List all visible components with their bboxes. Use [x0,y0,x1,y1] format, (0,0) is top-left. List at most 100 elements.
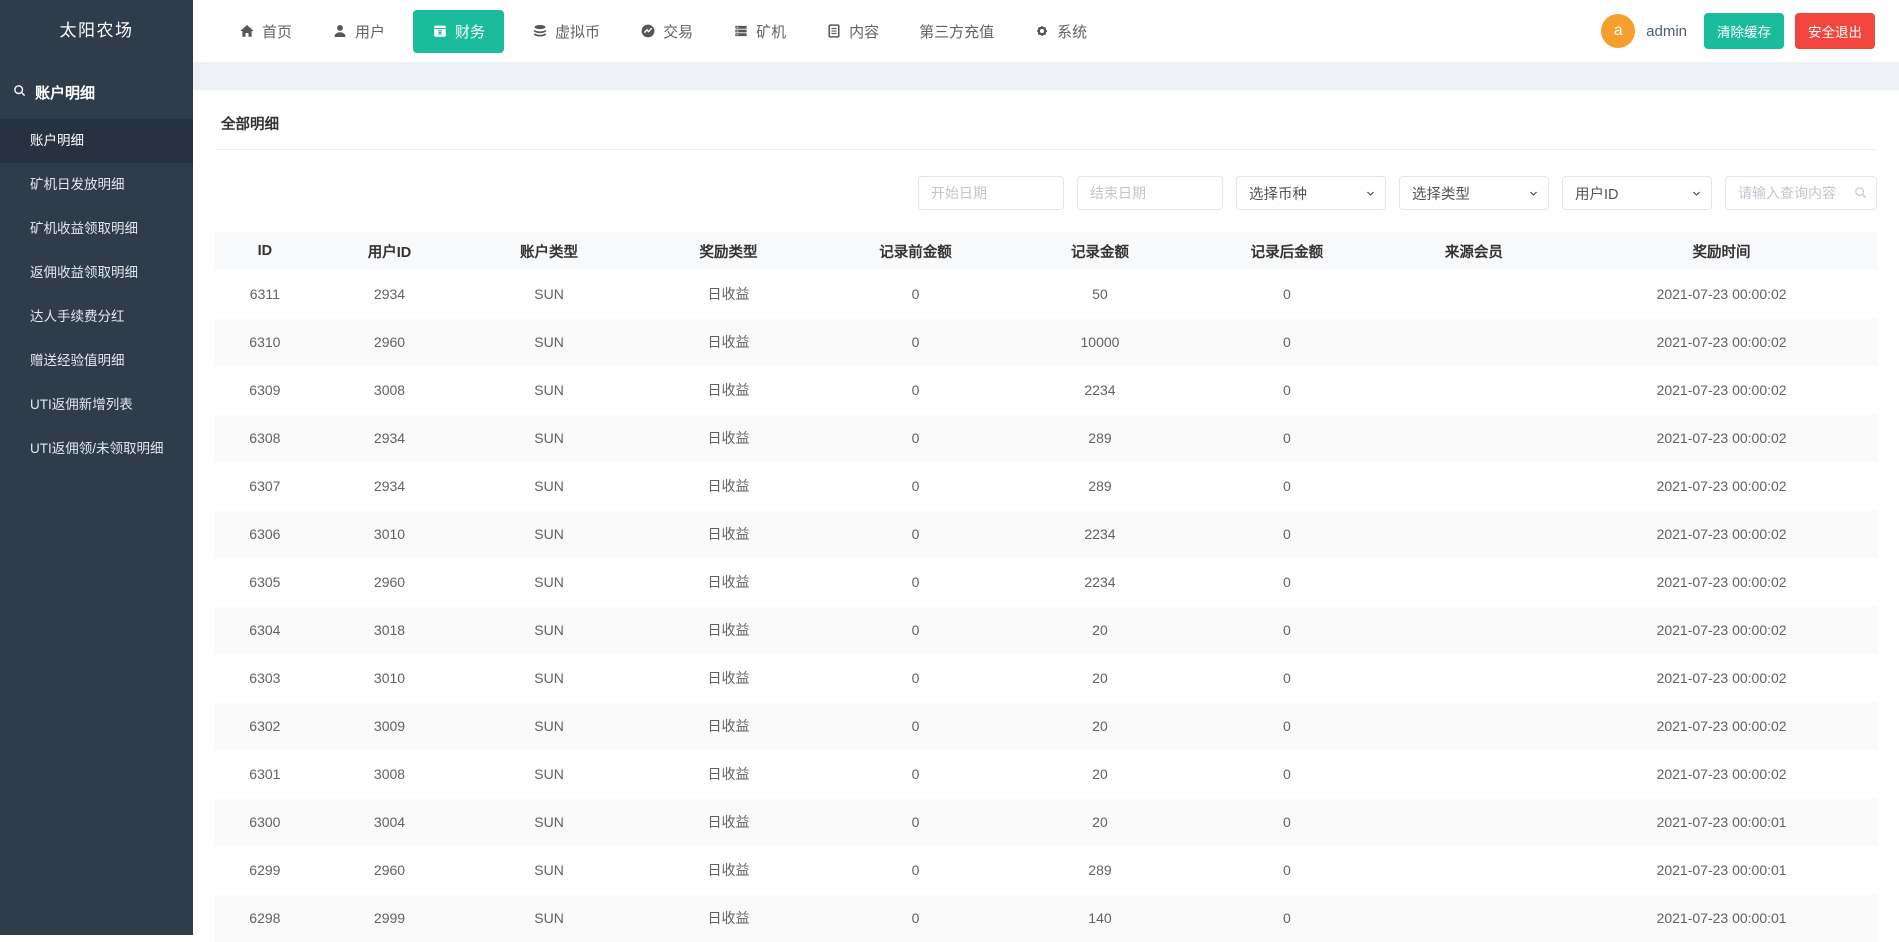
table-cell: SUN [464,366,634,414]
topnav-item-label: 系统 [1057,21,1087,42]
table-cell: 20 [1008,798,1192,846]
table-cell [1382,414,1566,462]
table-cell: 289 [1008,414,1192,462]
chevron-down-icon [1528,188,1539,199]
table-cell: 日收益 [634,318,823,366]
table-cell: 3010 [315,654,465,702]
topnav-item-label: 用户 [355,21,385,42]
topnav-item-gear[interactable]: 系统 [1022,11,1099,52]
topnav-item-label: 财务 [455,21,485,42]
table-cell: 0 [1192,366,1381,414]
table-cell: 3009 [315,702,465,750]
end-date-input[interactable] [1077,176,1223,210]
table-cell: 20 [1008,654,1192,702]
table-cell: 6309 [215,366,315,414]
table-cell: 日收益 [634,270,823,318]
table-cell: SUN [464,462,634,510]
topnav-item-label: 虚拟币 [555,21,600,42]
userid-select-value: 用户ID [1575,183,1619,204]
table-cell: 2021-07-23 00:00:02 [1566,558,1877,606]
sidebar-item[interactable]: 矿机收益领取明细 [0,207,193,251]
table-cell: 日收益 [634,606,823,654]
table-cell: 0 [1192,702,1381,750]
table-cell [1382,270,1566,318]
table-cell: SUN [464,750,634,798]
topnav-item-finance[interactable]: ¥财务 [413,10,504,53]
table-cell: 0 [823,270,1007,318]
table-cell: 日收益 [634,750,823,798]
breadcrumb-band [193,62,1899,90]
sidebar-item[interactable]: 赠送经验值明细 [0,339,193,383]
details-table: ID用户ID账户类型奖励类型记录前金额记录金额记录后金额来源会员奖励时间 631… [215,232,1877,942]
currency-select-value: 选择币种 [1249,183,1307,204]
tab-all-details[interactable]: 全部明细 [221,117,279,133]
table-cell: SUN [464,270,634,318]
start-date-input[interactable] [918,176,1064,210]
tab-row: 全部明细 [215,90,1877,150]
sidebar-item[interactable]: 矿机日发放明细 [0,163,193,207]
table-header-cell: 账户类型 [464,232,634,270]
topnav-item-home[interactable]: 首页 [227,11,304,52]
sidebar-item[interactable]: UTI返佣新增列表 [0,383,193,427]
search-icon[interactable] [1853,185,1868,205]
table-cell: 2021-07-23 00:00:02 [1566,510,1877,558]
table-cell [1382,798,1566,846]
table-cell: 0 [1192,414,1381,462]
table-row: 63043018SUN日收益02002021-07-23 00:00:02 [215,606,1877,654]
topnav-item-trade[interactable]: 交易 [628,11,705,52]
sidebar-item[interactable]: 达人手续费分红 [0,295,193,339]
table-cell: 6302 [215,702,315,750]
type-select[interactable]: 选择类型 [1399,176,1549,210]
currency-select[interactable]: 选择币种 [1236,176,1386,210]
table-cell [1382,750,1566,798]
topnav-item-label: 内容 [849,21,879,42]
userid-select[interactable]: 用户ID [1562,176,1712,210]
clear-cache-button[interactable]: 清除缓存 [1704,13,1784,49]
table-cell: 0 [823,702,1007,750]
table-cell: 0 [1192,654,1381,702]
topnav-item-user[interactable]: 用户 [320,11,397,52]
topnav-item-content[interactable]: 内容 [814,11,891,52]
topnav-item-miner[interactable]: 矿机 [721,11,798,52]
table-cell: 0 [1192,750,1381,798]
table-cell: 2234 [1008,366,1192,414]
table-row: 63052960SUN日收益0223402021-07-23 00:00:02 [215,558,1877,606]
sidebar-item[interactable]: 返佣收益领取明细 [0,251,193,295]
table-cell: 3010 [315,510,465,558]
table-cell: 2960 [315,846,465,894]
table-cell: 0 [1192,510,1381,558]
table-cell: 2960 [315,318,465,366]
table-cell: 50 [1008,270,1192,318]
table-cell: 20 [1008,750,1192,798]
table-cell: 0 [1192,798,1381,846]
table-cell: 日收益 [634,702,823,750]
table-cell [1382,606,1566,654]
sidebar-item[interactable]: 账户明细 [0,119,193,163]
table-cell: 2021-07-23 00:00:02 [1566,366,1877,414]
table-row: 63003004SUN日收益02002021-07-23 00:00:01 [215,798,1877,846]
table-row: 63033010SUN日收益02002021-07-23 00:00:02 [215,654,1877,702]
table-cell: 0 [823,798,1007,846]
table-cell: SUN [464,606,634,654]
avatar[interactable]: a [1601,14,1635,48]
table-row: 63063010SUN日收益0223402021-07-23 00:00:02 [215,510,1877,558]
table-cell [1382,654,1566,702]
table-cell [1382,366,1566,414]
topnav-item-coins[interactable]: 虚拟币 [520,11,612,52]
table-cell: 10000 [1008,318,1192,366]
sidebar-item[interactable]: UTI返佣领/未领取明细 [0,427,193,471]
table-cell: 2234 [1008,558,1192,606]
table-cell: SUN [464,414,634,462]
table-cell: 0 [823,654,1007,702]
table-cell: 6310 [215,318,315,366]
table-cell: 0 [1192,558,1381,606]
type-select-value: 选择类型 [1412,183,1470,204]
table-row: 63013008SUN日收益02002021-07-23 00:00:02 [215,750,1877,798]
table-row: 63112934SUN日收益05002021-07-23 00:00:02 [215,270,1877,318]
table-row: 63093008SUN日收益0223402021-07-23 00:00:02 [215,366,1877,414]
topnav-item-recharge[interactable]: 第三方充值 [907,11,1006,52]
sidebar-section-label: 账户明细 [35,82,95,103]
table-cell: 0 [823,318,1007,366]
table-cell: 0 [823,414,1007,462]
logout-button[interactable]: 安全退出 [1795,13,1875,49]
